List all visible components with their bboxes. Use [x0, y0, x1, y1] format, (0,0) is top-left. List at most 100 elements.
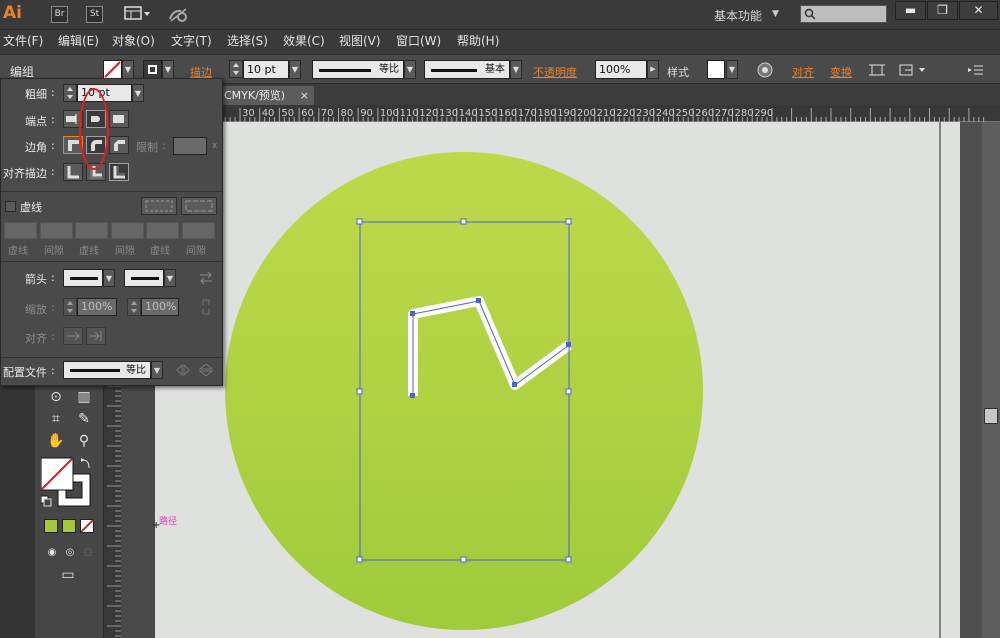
menu-help[interactable]: 帮助(H): [457, 32, 499, 49]
vertical-ruler[interactable]: [104, 385, 121, 638]
end-arrowhead-dropdown[interactable]: ▼: [164, 269, 176, 287]
menu-type[interactable]: 文字(T): [171, 32, 212, 49]
document-tab[interactable]: CMYK/预览) ×: [222, 86, 314, 105]
profile-select[interactable]: 等比: [63, 361, 151, 379]
stock-button[interactable]: St: [86, 6, 103, 23]
close-button[interactable]: ✕: [959, 1, 998, 20]
graph-tool-icon[interactable]: ▥: [73, 386, 95, 408]
arrow-tip-extend-button[interactable]: [63, 327, 83, 345]
graphic-style-dropdown[interactable]: ▼: [726, 60, 738, 79]
link-scale-icon[interactable]: [199, 299, 213, 315]
opacity-panel-link[interactable]: 不透明度: [533, 64, 577, 80]
bridge-button[interactable]: Br: [51, 6, 68, 23]
round-cap-button[interactable]: [86, 110, 106, 128]
start-arrowhead-select[interactable]: [63, 269, 103, 287]
gap-3-field[interactable]: [182, 222, 215, 239]
ruler-tick-label: 210: [597, 108, 616, 119]
screen-mode-icon[interactable]: ▭: [57, 564, 79, 586]
maximize-button[interactable]: ❐: [927, 1, 958, 20]
scrollbar-thumb[interactable]: [984, 408, 998, 424]
align-center-button[interactable]: [63, 163, 83, 181]
menu-effect[interactable]: 效果(C): [283, 32, 325, 49]
artboard-canvas[interactable]: [155, 122, 960, 638]
stroke-weight-dropdown[interactable]: ▼: [289, 60, 301, 79]
arrange-documents-button[interactable]: [124, 6, 152, 23]
workspace-switcher[interactable]: 基本功能: [714, 7, 762, 24]
butt-cap-button[interactable]: [63, 110, 83, 128]
align-panel-link[interactable]: 对齐: [792, 64, 814, 80]
fill-dropdown[interactable]: ▼: [122, 60, 134, 79]
preserve-dash-button[interactable]: [141, 197, 177, 215]
brush-dropdown[interactable]: ▼: [510, 60, 522, 79]
menu-object[interactable]: 对象(O): [112, 32, 155, 49]
transform-panel-link[interactable]: 变换: [830, 64, 852, 80]
flip-along-icon[interactable]: [176, 364, 190, 376]
search-input[interactable]: [800, 5, 887, 23]
end-scale-field[interactable]: 100%: [141, 298, 179, 316]
profile-dropdown[interactable]: ▼: [151, 361, 163, 379]
none-mode-button[interactable]: [80, 519, 94, 533]
stroke-swatch[interactable]: [143, 60, 162, 79]
brush-definition[interactable]: 基本: [424, 60, 510, 79]
start-arrowhead-dropdown[interactable]: ▼: [103, 269, 115, 287]
end-scale-stepper[interactable]: [127, 298, 141, 316]
weight-dropdown[interactable]: ▼: [132, 84, 144, 102]
end-arrowhead-select[interactable]: [124, 269, 164, 287]
artboard-tool-icon[interactable]: ⌗: [45, 408, 67, 430]
dash-2-field[interactable]: [75, 222, 108, 239]
gap-2-field[interactable]: [111, 222, 144, 239]
sync-settings-icon[interactable]: [167, 7, 189, 23]
panel-divider: [1, 261, 222, 262]
fill-swatch[interactable]: [103, 60, 122, 79]
zoom-tool-icon[interactable]: ⚲: [73, 430, 95, 452]
ruler-tick-label: 170: [518, 108, 537, 119]
flip-across-icon[interactable]: [199, 364, 213, 376]
arrow-tip-end-button[interactable]: [86, 327, 106, 345]
horizontal-ruler[interactable]: 30 40 50 60 70 80 90 100 110 120 130 140 150 160 170 18…: [222, 105, 1000, 122]
start-scale-field[interactable]: 100%: [77, 298, 117, 316]
align-outside-button[interactable]: [109, 163, 129, 181]
weight-field[interactable]: 10 pt: [77, 84, 132, 102]
graphic-style-swatch[interactable]: [707, 60, 725, 79]
miter-limit-field[interactable]: [173, 137, 207, 155]
weight-stepper[interactable]: [63, 84, 77, 102]
stroke-weight-field[interactable]: 10 pt: [243, 60, 289, 79]
menu-select[interactable]: 选择(S): [227, 32, 268, 49]
menu-window[interactable]: 窗口(W): [396, 32, 441, 49]
menu-file[interactable]: 文件(F): [3, 32, 43, 49]
bevel-join-button[interactable]: [109, 136, 129, 154]
projecting-cap-button[interactable]: [109, 110, 129, 128]
isolate-group-icon[interactable]: [869, 62, 885, 78]
gap-1-field[interactable]: [40, 222, 73, 239]
color-mode-button[interactable]: [44, 519, 58, 533]
perspective-tool-icon[interactable]: ⊙: [45, 386, 67, 408]
panel-menu-icon[interactable]: [968, 63, 984, 77]
fill-stroke-control[interactable]: [41, 456, 95, 510]
align-inside-button[interactable]: [86, 163, 106, 181]
align-dash-button[interactable]: [181, 197, 217, 215]
gradient-mode-button[interactable]: [62, 519, 76, 533]
start-scale-stepper[interactable]: [63, 298, 77, 316]
draw-inside-icon[interactable]: ◌: [77, 542, 99, 564]
dash-1-field[interactable]: [4, 222, 37, 239]
close-tab-icon[interactable]: ×: [300, 86, 309, 105]
menu-view[interactable]: 视图(V): [339, 32, 381, 49]
isolate-mode-icon[interactable]: [899, 62, 931, 78]
dash-3-field[interactable]: [146, 222, 179, 239]
swap-arrows-icon[interactable]: [199, 271, 213, 285]
opacity-field[interactable]: 100%: [595, 60, 647, 79]
vertical-scrollbar[interactable]: [982, 122, 1000, 638]
profile-dropdown[interactable]: ▼: [404, 60, 416, 79]
slice-tool-icon[interactable]: ✎: [73, 408, 95, 430]
menu-edit[interactable]: 编辑(E): [58, 32, 99, 49]
opacity-slider-toggle[interactable]: ▶: [647, 60, 659, 79]
minimize-button[interactable]: ▬: [895, 1, 926, 20]
hand-tool-icon[interactable]: ✋: [45, 430, 67, 452]
round-join-button[interactable]: [86, 136, 106, 154]
miter-join-button[interactable]: [63, 136, 83, 154]
stroke-dropdown[interactable]: ▼: [162, 60, 174, 79]
variable-width-profile[interactable]: 等比: [312, 60, 404, 79]
recolor-artwork-icon[interactable]: [757, 62, 773, 78]
stroke-weight-stepper[interactable]: [229, 60, 243, 78]
dashed-line-checkbox[interactable]: [5, 201, 16, 212]
